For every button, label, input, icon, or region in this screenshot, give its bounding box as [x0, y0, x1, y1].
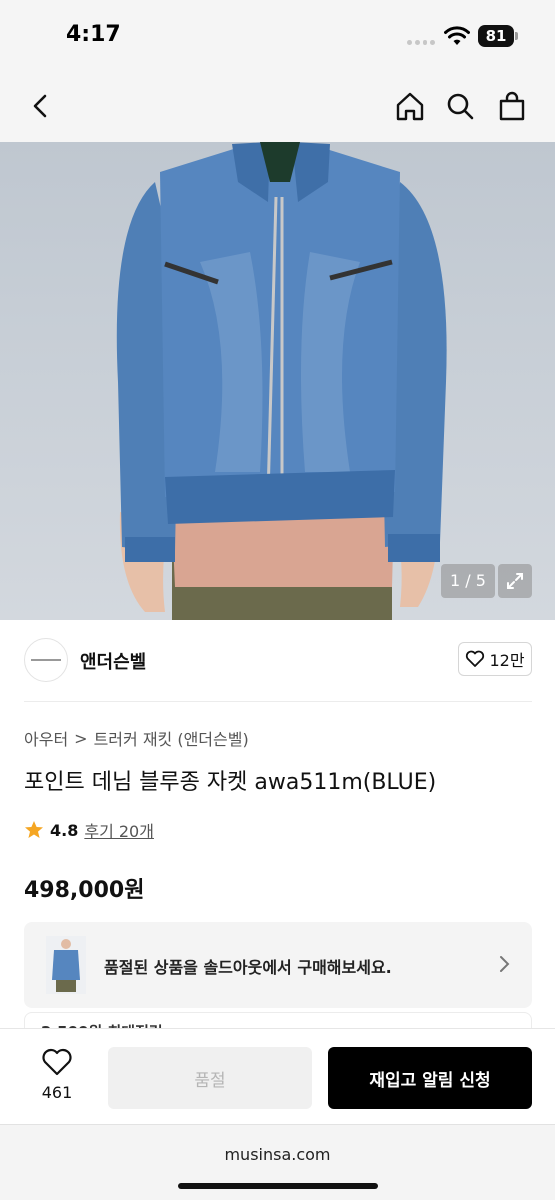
wishlist-count: 461	[41, 1083, 73, 1102]
rating-row: 4.8 후기 20개	[24, 818, 154, 842]
home-button[interactable]	[392, 88, 428, 124]
status-time: 4:17	[66, 22, 121, 47]
home-icon	[396, 92, 424, 121]
search-icon	[447, 93, 474, 120]
divider	[24, 701, 532, 702]
battery-cap	[515, 32, 518, 40]
expand-button[interactable]	[498, 564, 532, 598]
soldout-banner-text: 품절된 상품을 솔드아웃에서 구매해보세요.	[104, 958, 392, 977]
star-icon	[25, 821, 43, 838]
image-counter: 1 / 5	[441, 564, 495, 598]
browser-url-bar: musinsa.com	[0, 1124, 555, 1200]
status-bar: 4:17 81	[0, 0, 555, 72]
bottom-action-bar: 461 품절 재입고 알림 신청	[0, 1028, 555, 1124]
breadcrumb: 아우터 > 트러커 재킷 (앤더슨벨)	[24, 726, 249, 750]
battery-indicator: 81	[478, 25, 514, 47]
breadcrumb-separator: >	[74, 728, 88, 748]
brand-like-button[interactable]: 12만	[458, 642, 532, 676]
brand-logo[interactable]	[24, 638, 68, 682]
breadcrumb-subcategory[interactable]: 트러커 재킷 (앤더슨벨)	[94, 726, 249, 750]
review-count-link[interactable]: 후기 20개	[84, 818, 154, 842]
soldout-button: 품절	[108, 1047, 312, 1109]
brand-logo-mark	[31, 659, 61, 661]
url-text[interactable]: musinsa.com	[0, 1145, 555, 1164]
heart-icon	[466, 650, 485, 667]
cart-button[interactable]	[494, 88, 530, 124]
wishlist-button[interactable]: 461	[24, 1047, 90, 1107]
back-button[interactable]	[22, 88, 58, 124]
cellular-signal-icon	[407, 39, 435, 47]
rating-value: 4.8	[50, 820, 79, 840]
search-button[interactable]	[442, 88, 478, 124]
home-indicator	[178, 1183, 378, 1189]
product-thumbnail	[46, 936, 86, 994]
top-nav-bar	[0, 72, 555, 142]
breadcrumb-category[interactable]: 아우터	[24, 726, 68, 750]
denim-jacket-photo	[116, 142, 447, 620]
brand-like-count: 12만	[489, 651, 525, 670]
product-price: 498,000원	[24, 878, 145, 903]
expand-icon	[507, 573, 523, 589]
product-image[interactable]: 1 / 5	[0, 142, 555, 620]
shopping-bag-icon	[499, 91, 525, 121]
chevron-right-icon	[500, 956, 510, 972]
restock-alert-button[interactable]: 재입고 알림 신청	[328, 1047, 532, 1109]
product-title: 포인트 데님 블루종 자켓 awa511m(BLUE)	[24, 770, 437, 795]
brand-row: 앤더슨벨 12만	[24, 638, 532, 684]
heart-icon	[42, 1048, 72, 1076]
wifi-icon	[444, 26, 470, 45]
soldout-banner[interactable]: 품절된 상품을 솔드아웃에서 구매해보세요.	[24, 922, 532, 1008]
brand-name[interactable]: 앤더슨벨	[80, 648, 146, 674]
chevron-left-icon	[33, 94, 47, 118]
